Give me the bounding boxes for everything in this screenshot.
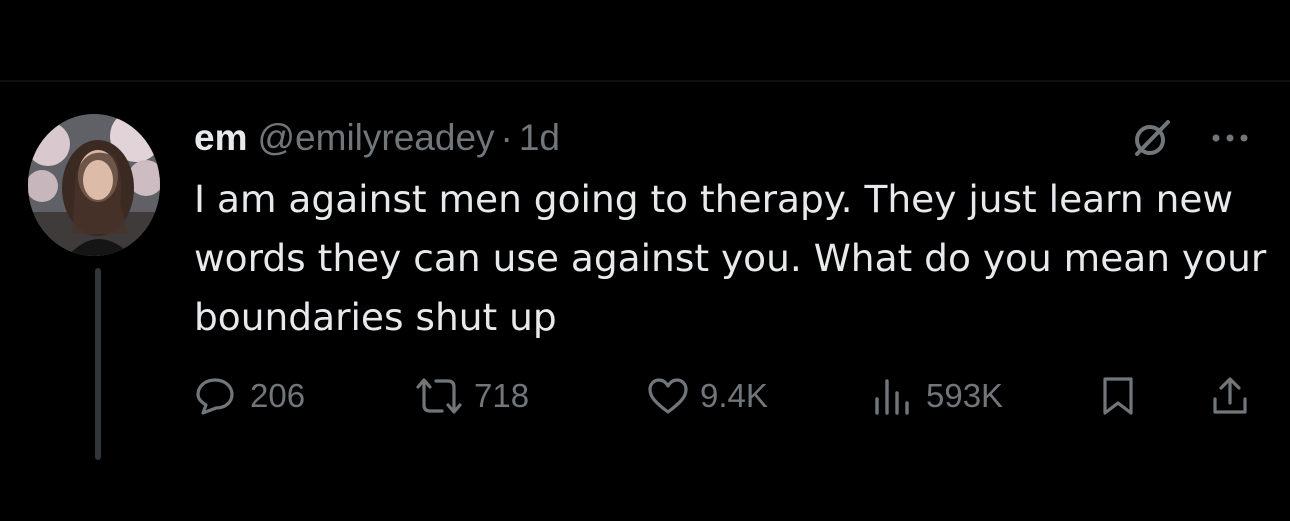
views-icon (875, 379, 909, 415)
reply-count: 206 (250, 377, 306, 414)
bookmark-button[interactable] (1100, 374, 1136, 418)
reply-button[interactable]: 206 (194, 374, 305, 418)
bookmark-icon (1103, 377, 1133, 415)
display-name[interactable]: em (194, 117, 247, 159)
repost-button[interactable]: 718 (412, 374, 529, 418)
tweet[interactable]: em @emilyreadey · 1d I am against men go… (0, 82, 1290, 521)
tweet-header: em @emilyreadey · 1d (194, 114, 560, 162)
like-count: 9.4K (700, 377, 768, 414)
grok-icon[interactable] (1130, 116, 1174, 160)
repost-icon (416, 378, 462, 414)
user-handle[interactable]: @emilyreadey (257, 117, 494, 159)
timestamp[interactable]: 1d (519, 117, 560, 159)
thread-line (95, 268, 101, 460)
views-count: 593K (926, 377, 1004, 414)
repost-count: 718 (474, 377, 530, 414)
like-icon (648, 378, 688, 414)
avatar[interactable] (28, 114, 160, 256)
like-button[interactable]: 9.4K (646, 374, 768, 418)
views-button[interactable]: 593K (872, 374, 1003, 418)
reply-icon (196, 378, 234, 415)
share-button[interactable] (1210, 374, 1250, 418)
separator-dot: · (500, 117, 513, 158)
share-icon (1213, 377, 1247, 414)
header-actions (1130, 116, 1250, 160)
action-bar: 206 718 9.4K 593K (194, 374, 1264, 418)
tweet-text: I am against men going to therapy. They … (194, 177, 1267, 339)
more-icon[interactable] (1210, 116, 1250, 160)
